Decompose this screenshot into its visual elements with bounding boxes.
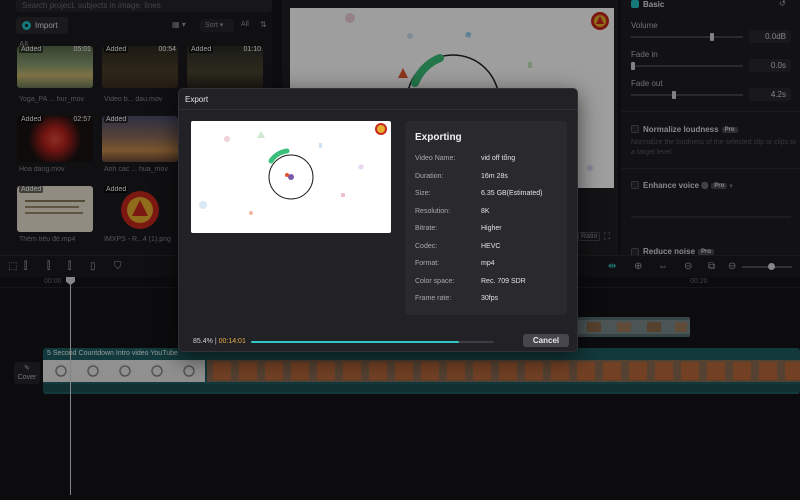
info-value: Rec. 709 SDR — [481, 278, 526, 285]
info-key: Format: — [415, 260, 440, 267]
info-value: mp4 — [481, 260, 495, 267]
info-value: 30fps — [481, 295, 499, 302]
export-dialog: Export Exporting Video Name: vid off tổn… — [178, 88, 578, 352]
info-value: 16m 28s — [481, 173, 508, 180]
info-key: Color space: — [415, 278, 455, 285]
info-key: Size: — [415, 190, 431, 197]
info-key: Resolution: — [415, 208, 451, 215]
info-key: Frame rate: — [415, 295, 452, 302]
app-window: Search project, subjects in image, lines… — [0, 0, 800, 500]
info-value: HEVC — [481, 243, 501, 250]
export-info-panel: Exporting Video Name: vid off tổng Durat… — [405, 121, 567, 315]
export-preview — [191, 121, 391, 233]
progress-percent: 85.4% — [193, 338, 213, 345]
export-progress-fill — [251, 341, 459, 343]
export-status: Exporting — [415, 132, 462, 143]
progress-separator: | — [214, 338, 217, 345]
info-key: Duration: — [415, 173, 444, 180]
info-value: 8K — [481, 208, 490, 215]
dialog-title: Export — [185, 95, 209, 104]
info-key: Codec: — [415, 243, 438, 250]
elapsed-time: 00:14:01 — [218, 338, 246, 345]
export-preview-frame — [199, 123, 387, 215]
progress-readout: 85.4% | 00:14:01 — [193, 338, 246, 345]
info-value: 6.35 GB(Estimated) — [481, 190, 543, 197]
info-value: vid off tổng — [481, 155, 516, 162]
info-value: Higher — [481, 225, 502, 232]
info-key: Bitrate: — [415, 225, 438, 232]
cancel-button[interactable]: Cancel — [523, 334, 569, 347]
dialog-divider — [179, 109, 577, 110]
info-key: Video Name: — [415, 155, 456, 162]
export-progress-bar — [251, 341, 494, 343]
